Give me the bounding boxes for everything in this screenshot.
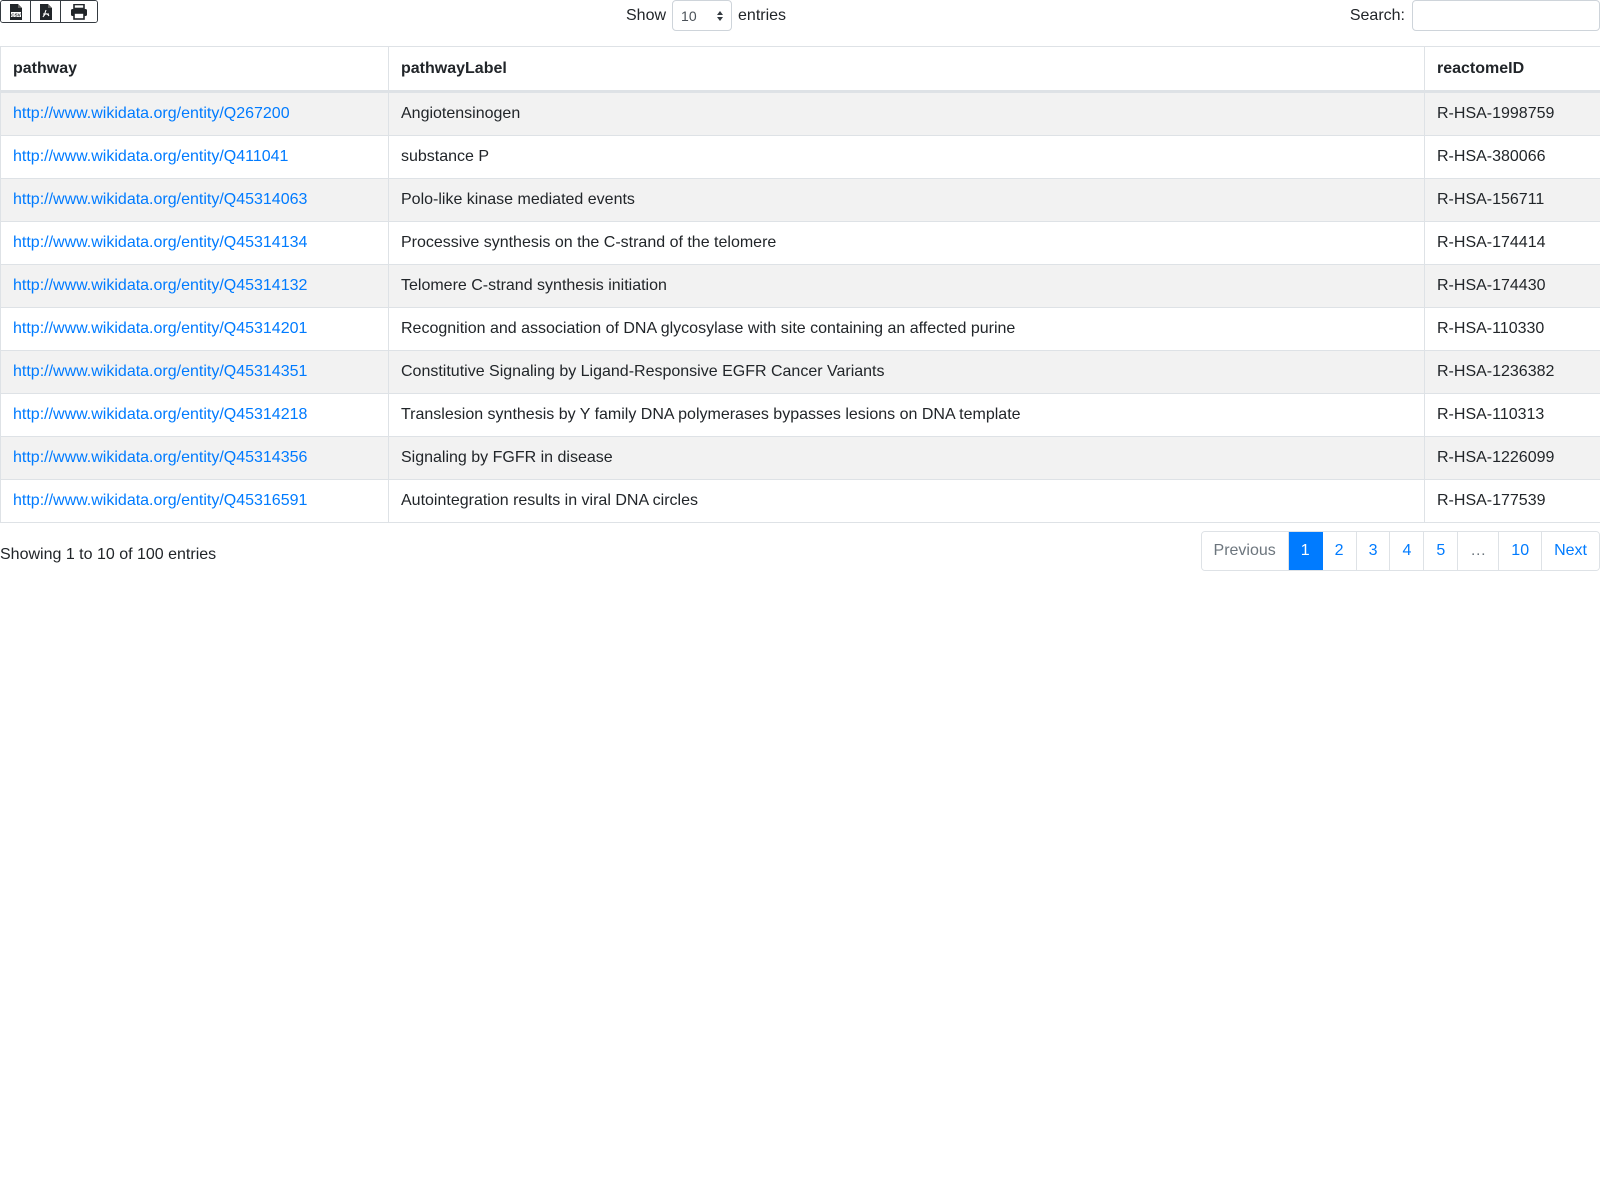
pagination-ellipsis: … bbox=[1458, 532, 1500, 570]
page-button-10[interactable]: 10 bbox=[1499, 532, 1543, 570]
pathway-cell: http://www.wikidata.org/entity/Q45316591 bbox=[0, 479, 389, 523]
pathway-label-cell: Translesion synthesis by Y family DNA po… bbox=[388, 393, 1425, 437]
pathway-cell: http://www.wikidata.org/entity/Q411041 bbox=[0, 135, 389, 179]
page-button-3[interactable]: 3 bbox=[1356, 532, 1391, 570]
pathway-cell: http://www.wikidata.org/entity/Q45314356 bbox=[0, 436, 389, 480]
search-control: Search: bbox=[1350, 0, 1600, 31]
table-row: http://www.wikidata.org/entity/Q267200 A… bbox=[0, 91, 1600, 136]
reactome-id-cell: R-HSA-1236382 bbox=[1424, 350, 1600, 394]
entries-label: entries bbox=[738, 6, 787, 24]
search-input[interactable] bbox=[1412, 0, 1600, 31]
reactome-id-cell: R-HSA-110313 bbox=[1424, 393, 1600, 437]
print-button[interactable] bbox=[61, 1, 97, 22]
entries-per-page-value: 10 bbox=[681, 7, 697, 24]
pagination: Previous 1 2 3 4 5 … 10 Next bbox=[1200, 531, 1600, 571]
pdf-file-icon bbox=[39, 3, 52, 20]
export-csv-button[interactable]: CSV bbox=[1, 1, 31, 22]
pathway-link[interactable]: http://www.wikidata.org/entity/Q45314218 bbox=[13, 406, 307, 423]
pathway-label-cell: Polo-like kinase mediated events bbox=[388, 178, 1425, 222]
pathway-link[interactable]: http://www.wikidata.org/entity/Q45314201 bbox=[13, 320, 307, 337]
reactome-id-cell: R-HSA-110330 bbox=[1424, 307, 1600, 351]
table-row: http://www.wikidata.org/entity/Q45316591… bbox=[0, 479, 1600, 523]
pathway-label-cell: Constitutive Signaling by Ligand-Respons… bbox=[388, 350, 1425, 394]
table-row: http://www.wikidata.org/entity/Q45314132… bbox=[0, 264, 1600, 308]
pathway-label-cell: Telomere C-strand synthesis initiation bbox=[388, 264, 1425, 308]
pathway-cell: http://www.wikidata.org/entity/Q45314063 bbox=[0, 178, 389, 222]
table-info: Showing 1 to 10 of 100 entries bbox=[0, 546, 217, 563]
search-label: Search: bbox=[1349, 6, 1405, 24]
pathway-label-cell: substance P bbox=[388, 135, 1425, 179]
pathway-label-cell: Autointegration results in viral DNA cir… bbox=[388, 479, 1425, 523]
page-button-1[interactable]: 1 bbox=[1288, 532, 1323, 570]
pathway-link[interactable]: http://www.wikidata.org/entity/Q45314356 bbox=[13, 449, 307, 466]
pathway-label-cell: Angiotensinogen bbox=[388, 91, 1425, 136]
svg-text:CSV: CSV bbox=[11, 12, 21, 17]
show-label: Show bbox=[626, 6, 667, 24]
pathway-link[interactable]: http://www.wikidata.org/entity/Q411041 bbox=[13, 148, 288, 165]
reactome-id-cell: R-HSA-1998759 bbox=[1424, 91, 1600, 136]
column-header-reactome-id[interactable]: reactomeID bbox=[1424, 46, 1600, 93]
pathway-cell: http://www.wikidata.org/entity/Q267200 bbox=[0, 91, 389, 136]
table-row: http://www.wikidata.org/entity/Q45314356… bbox=[0, 436, 1600, 480]
pathway-link[interactable]: http://www.wikidata.org/entity/Q45314063 bbox=[13, 191, 307, 208]
page-button-5[interactable]: 5 bbox=[1424, 532, 1459, 570]
pathway-cell: http://www.wikidata.org/entity/Q45314132 bbox=[0, 264, 389, 308]
pathway-cell: http://www.wikidata.org/entity/Q45314351 bbox=[0, 350, 389, 394]
page-button-4[interactable]: 4 bbox=[1390, 532, 1425, 570]
page-button-2[interactable]: 2 bbox=[1322, 532, 1357, 570]
table-header-row: pathway pathwayLabel reactomeID bbox=[0, 46, 1600, 93]
table-row: http://www.wikidata.org/entity/Q411041 s… bbox=[0, 135, 1600, 179]
select-arrows-icon bbox=[717, 10, 724, 21]
table-row: http://www.wikidata.org/entity/Q45314063… bbox=[0, 178, 1600, 222]
table-controls: CSV Show 10 entries Search: bbox=[0, 0, 1600, 46]
reactome-id-cell: R-HSA-174414 bbox=[1424, 221, 1600, 265]
pathway-link[interactable]: http://www.wikidata.org/entity/Q267200 bbox=[13, 105, 290, 122]
pathway-label-cell: Signaling by FGFR in disease bbox=[388, 436, 1425, 480]
export-pdf-button[interactable] bbox=[31, 1, 61, 22]
entries-per-page-select[interactable]: 10 bbox=[672, 0, 733, 31]
next-page-button[interactable]: Next bbox=[1542, 532, 1599, 570]
previous-page-button[interactable]: Previous bbox=[1201, 532, 1289, 570]
reactome-id-cell: R-HSA-177539 bbox=[1424, 479, 1600, 523]
pathway-link[interactable]: http://www.wikidata.org/entity/Q45314132 bbox=[13, 277, 307, 294]
pathway-cell: http://www.wikidata.org/entity/Q45314201 bbox=[0, 307, 389, 351]
reactome-id-cell: R-HSA-156711 bbox=[1424, 178, 1600, 222]
pathway-link[interactable]: http://www.wikidata.org/entity/Q45316591 bbox=[13, 492, 307, 509]
pathway-label-cell: Processive synthesis on the C-strand of … bbox=[388, 221, 1425, 265]
table-row: http://www.wikidata.org/entity/Q45314134… bbox=[0, 221, 1600, 265]
print-icon bbox=[71, 3, 87, 20]
table-footer: Showing 1 to 10 of 100 entries Previous … bbox=[0, 523, 1600, 583]
pathway-cell: http://www.wikidata.org/entity/Q45314134 bbox=[0, 221, 389, 265]
reactome-id-cell: R-HSA-174430 bbox=[1424, 264, 1600, 308]
table-row: http://www.wikidata.org/entity/Q45314201… bbox=[0, 307, 1600, 351]
entries-length-control: Show 10 entries bbox=[626, 0, 786, 31]
reactome-id-cell: R-HSA-380066 bbox=[1424, 135, 1600, 179]
pathway-label-cell: Recognition and association of DNA glyco… bbox=[388, 307, 1425, 351]
pathway-link[interactable]: http://www.wikidata.org/entity/Q45314351 bbox=[13, 363, 307, 380]
table-row: http://www.wikidata.org/entity/Q45314351… bbox=[0, 350, 1600, 394]
export-button-group: CSV bbox=[0, 0, 98, 23]
pathway-link[interactable]: http://www.wikidata.org/entity/Q45314134 bbox=[13, 234, 307, 251]
reactome-id-cell: R-HSA-1226099 bbox=[1424, 436, 1600, 480]
table-row: http://www.wikidata.org/entity/Q45314218… bbox=[0, 393, 1600, 437]
pathway-cell: http://www.wikidata.org/entity/Q45314218 bbox=[0, 393, 389, 437]
column-header-pathway[interactable]: pathway bbox=[0, 46, 389, 93]
csv-file-icon: CSV bbox=[9, 3, 22, 20]
column-header-pathway-label[interactable]: pathwayLabel bbox=[388, 46, 1425, 93]
results-table: pathway pathwayLabel reactomeID http://w… bbox=[0, 46, 1600, 523]
